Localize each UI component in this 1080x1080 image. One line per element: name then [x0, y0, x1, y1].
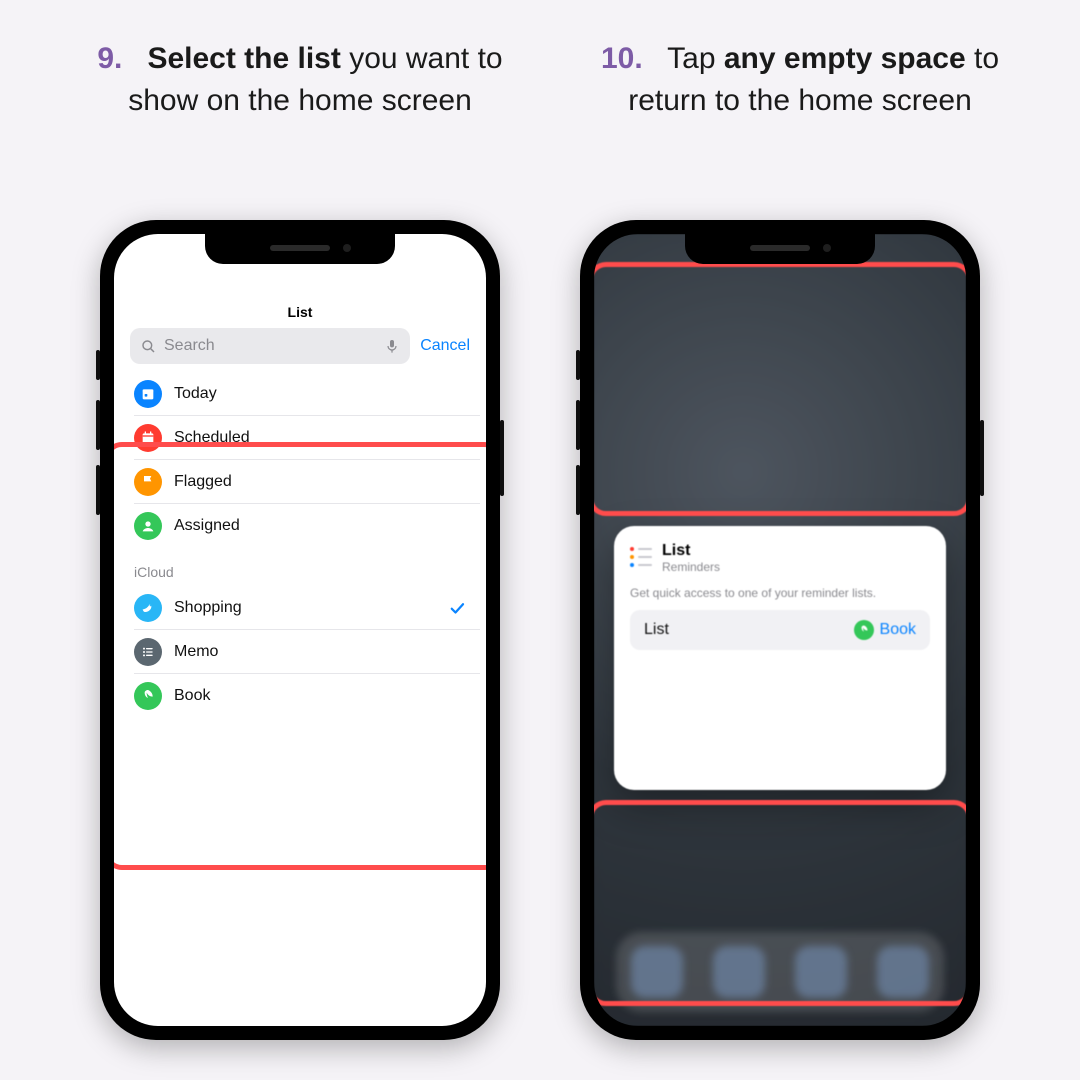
- cancel-button[interactable]: Cancel: [420, 337, 470, 355]
- step-text-pre: Tap: [667, 42, 724, 75]
- step-10-caption: 10. Tap any empty space to return to the…: [560, 38, 1040, 122]
- check-icon: [448, 599, 466, 617]
- step-number: 10.: [601, 42, 643, 75]
- section-header-icloud: iCloud: [134, 548, 480, 586]
- bird-icon: [134, 594, 162, 622]
- mic-icon[interactable]: [384, 338, 400, 354]
- volume-down: [576, 465, 580, 515]
- search-placeholder: Search: [164, 337, 215, 355]
- list-item-label: Today: [174, 385, 466, 403]
- list-item-label: Assigned: [174, 517, 466, 535]
- phone-notch: [685, 234, 875, 264]
- screen[interactable]: List Reminders Get quick access to one o…: [594, 234, 966, 1026]
- phone-notch: [205, 234, 395, 264]
- today-icon: [134, 380, 162, 408]
- list-item[interactable]: Book: [134, 674, 480, 718]
- mute-switch: [576, 350, 580, 380]
- leaf-icon: [134, 682, 162, 710]
- list-item[interactable]: Memo: [134, 630, 480, 674]
- leaf-icon: [854, 620, 874, 640]
- step-number: 9.: [97, 42, 122, 75]
- person-icon: [134, 512, 162, 540]
- power-button: [500, 420, 504, 496]
- dock-blurred: [616, 932, 943, 1012]
- list-item[interactable]: Flagged: [134, 460, 480, 504]
- phone-mockup-right: List Reminders Get quick access to one o…: [580, 220, 980, 1040]
- list-item[interactable]: Assigned: [134, 504, 480, 548]
- list-item-label: Scheduled: [174, 429, 466, 447]
- power-button: [980, 420, 984, 496]
- step-9-caption: 9. Select the list you want to show on t…: [60, 38, 540, 122]
- screen: List Search Cancel Today Scheduled Flagged…: [114, 234, 486, 1026]
- popover-title: List: [662, 542, 720, 560]
- list-item[interactable]: Today: [134, 372, 480, 416]
- list-item-label: Shopping: [174, 599, 436, 617]
- pill-value: Book: [880, 621, 916, 639]
- calendar-icon: [134, 424, 162, 452]
- flag-icon: [134, 468, 162, 496]
- list-item-label: Flagged: [174, 473, 466, 491]
- reminders-app-icon: [630, 544, 652, 572]
- widget-popover: List Reminders Get quick access to one o…: [614, 526, 946, 790]
- volume-up: [576, 400, 580, 450]
- popover-subtitle: Reminders: [662, 560, 720, 574]
- volume-up: [96, 400, 100, 450]
- pill-label: List: [644, 621, 669, 639]
- step-bold: any empty space: [724, 42, 966, 75]
- sheet-title: List: [120, 294, 480, 328]
- volume-down: [96, 465, 100, 515]
- search-icon: [140, 338, 156, 354]
- step-bold: Select the list: [147, 42, 340, 75]
- list-item[interactable]: Scheduled: [134, 416, 480, 460]
- list-item[interactable]: Shopping: [134, 586, 480, 630]
- icloud-section: iCloud Shopping Memo Book: [120, 548, 480, 718]
- list-item-label: Book: [174, 687, 466, 705]
- list-icon: [134, 638, 162, 666]
- smart-lists: Today Scheduled Flagged Assigned: [120, 372, 480, 548]
- popover-description: Get quick access to one of your reminder…: [630, 586, 930, 600]
- list-item-label: Memo: [174, 643, 466, 661]
- search-input[interactable]: Search: [130, 328, 410, 364]
- phone-mockup-left: List Search Cancel Today Scheduled Flagged…: [100, 220, 500, 1040]
- mute-switch: [96, 350, 100, 380]
- widget-list-selector[interactable]: List Book: [630, 610, 930, 650]
